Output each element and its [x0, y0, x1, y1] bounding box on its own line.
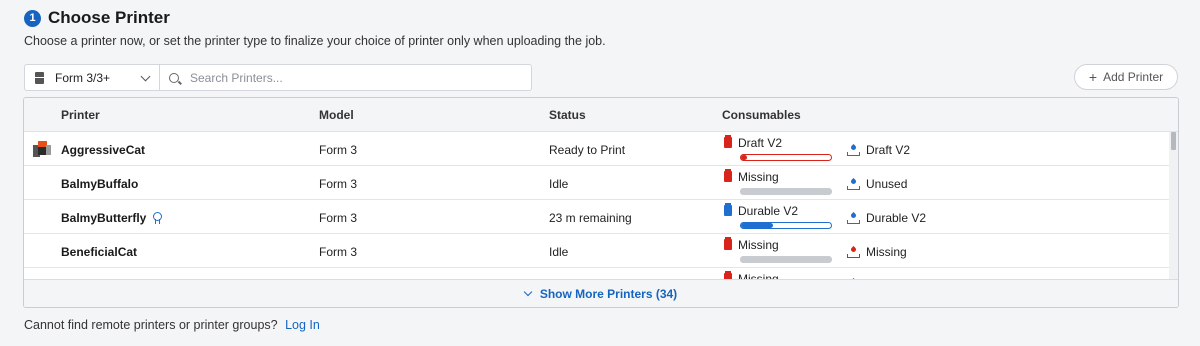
step-number-badge: 1 [24, 9, 41, 27]
resin-consumable: Draft V2 [847, 143, 910, 157]
printer-status: Ready to Print [549, 143, 626, 157]
resin-tank-icon [847, 143, 860, 156]
chevron-down-icon [523, 287, 533, 296]
search-input[interactable] [188, 69, 518, 86]
tank-level-fill [741, 155, 748, 160]
resin-tank-icon [847, 211, 860, 224]
cartridge-icon [724, 203, 732, 216]
printer-model: Form 3 [319, 245, 358, 259]
tank-level-bar [740, 154, 832, 161]
printer-status: Idle [549, 245, 569, 259]
resin-label: Durable V2 [866, 211, 927, 225]
section-header: 1 Choose Printer [24, 8, 170, 28]
printer-type-value: Form 3/3+ [55, 70, 111, 85]
column-header-printer: Printer [61, 107, 100, 122]
resin-tank-icon [847, 177, 860, 190]
tank-consumable: Missing [724, 237, 834, 263]
table-row[interactable]: AggressiveCat Form 3 Ready to Print Draf… [24, 132, 1178, 166]
printer-model: Form 3 [319, 211, 358, 225]
resin-label: Unused [866, 177, 908, 191]
printer-group-icon [33, 141, 51, 157]
printer-type-select[interactable]: Form 3/3+ [24, 64, 160, 91]
printer-name: AggressiveCat [61, 143, 145, 157]
resin-label: Draft V2 [866, 143, 911, 157]
table-body: AggressiveCat Form 3 Ready to Print Draf… [24, 132, 1178, 280]
cartridge-icon [724, 237, 732, 250]
printer-status: Idle [549, 177, 569, 191]
tank-consumable: Draft V2 [724, 135, 834, 161]
add-printer-button[interactable]: + Add Printer [1074, 64, 1178, 90]
column-header-consumables: Consumables [722, 107, 801, 122]
chevron-down-icon [140, 71, 151, 81]
printer-model: Form 3 [319, 177, 358, 191]
cartridge-icon [724, 169, 732, 182]
tank-consumable: Missing [724, 169, 834, 195]
page-title: Choose Printer [48, 8, 170, 27]
tank-level-fill [740, 256, 832, 263]
printer-name-text: BalmyBuffalo [61, 177, 139, 191]
ribbon-icon [152, 212, 163, 224]
printer-status: 23 m remaining [549, 211, 632, 225]
add-printer-label: Add Printer [1103, 70, 1164, 84]
tank-level-bar [740, 222, 832, 229]
tank-consumable: Durable V2 [724, 203, 834, 229]
column-header-model: Model [319, 107, 354, 122]
tank-level-bar [740, 256, 832, 263]
page-subtitle: Choose a printer now, or set the printer… [24, 34, 606, 48]
printer-name-text: BalmyButterfly [61, 211, 147, 225]
cartridge-icon [724, 135, 732, 148]
plus-icon: + [1088, 69, 1098, 85]
footer-note: Cannot find remote printers or printer g… [24, 318, 320, 332]
table-row[interactable]: BalmyBuffalo Form 3 Idle Missing Unused [24, 166, 1178, 200]
scrollbar-thumb[interactable] [1171, 132, 1176, 150]
printer-table: Printer Model Status Consumables Aggress… [23, 97, 1179, 308]
table-header: Printer Model Status Consumables [24, 98, 1178, 132]
show-more-printers-button[interactable]: Show More Printers (34) [24, 279, 1178, 307]
resin-tank-icon [847, 245, 860, 258]
search-icon [169, 72, 179, 83]
resin-consumable: Unused [847, 177, 907, 191]
printer-model: Form 3 [319, 143, 358, 157]
search-box [160, 64, 532, 91]
tank-label: Missing [738, 169, 779, 184]
tank-label: Missing [738, 237, 779, 252]
resin-consumable: Missing [847, 245, 907, 259]
tank-level-fill [740, 188, 832, 195]
resin-consumable: Durable V2 [847, 211, 926, 225]
tank-level-bar [740, 188, 832, 195]
table-row[interactable]: BalmyButterfly Form 3 23 m remaining Dur… [24, 200, 1178, 234]
printer-name: BalmyBuffalo [61, 177, 138, 191]
printer-name-text: AggressiveCat [61, 143, 146, 157]
table-scrollbar[interactable] [1169, 132, 1178, 280]
tank-label: Draft V2 [738, 135, 783, 150]
log-in-link[interactable]: Log In [285, 318, 320, 332]
footer-text: Cannot find remote printers or printer g… [24, 318, 278, 332]
printer-name-text: BeneficialCat [61, 245, 138, 259]
table-row[interactable]: BeneficialCat Form 3 Idle Missing Missin… [24, 234, 1178, 268]
column-header-status: Status [549, 107, 586, 122]
printer-toolbar: Form 3/3+ [24, 64, 532, 91]
printer-name: BeneficialCat [61, 245, 137, 259]
tank-level-fill [741, 223, 774, 228]
show-more-label: Show More Printers (34) [539, 286, 678, 301]
tank-label: Durable V2 [738, 203, 799, 218]
printer-name: BalmyButterfly [61, 211, 163, 225]
printer-icon [35, 71, 44, 84]
resin-label: Missing [866, 245, 907, 259]
